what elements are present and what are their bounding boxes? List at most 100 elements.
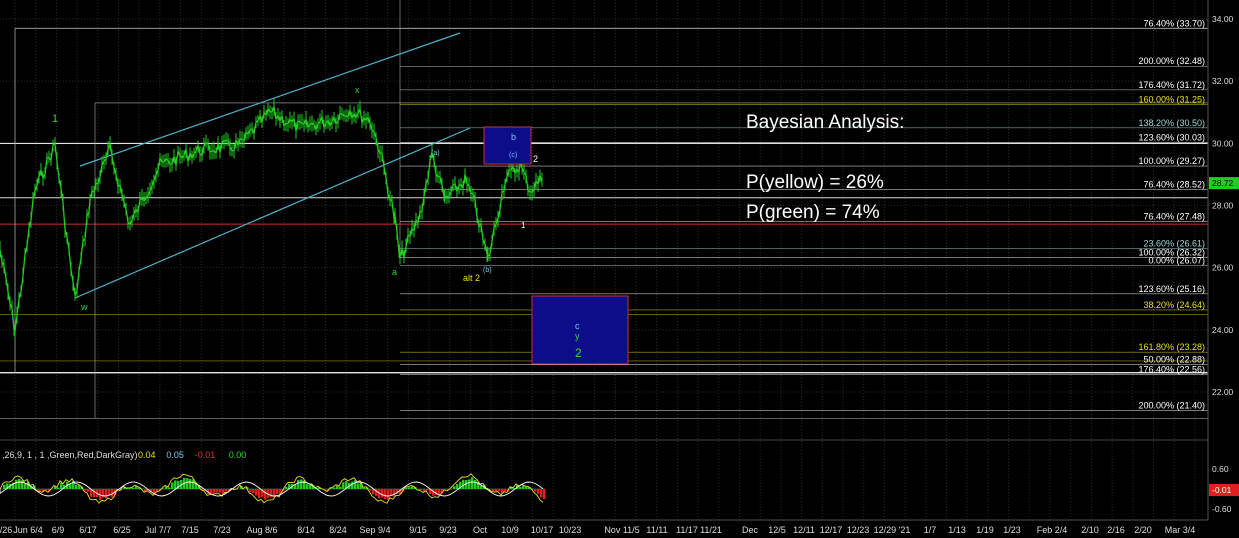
- oscillator-histogram-bar: [534, 489, 537, 492]
- time-axis-label: 12/17: [820, 525, 843, 535]
- fib-level-label: 176.40% (31.72): [1138, 80, 1205, 90]
- probability-yellow: P(yellow) = 26%: [746, 172, 884, 193]
- oscillator-histogram-bar: [297, 479, 300, 489]
- oscillator-histogram-bar: [444, 489, 447, 490]
- indicator-value: 0.05: [166, 450, 184, 460]
- oscillator-histogram-bar: [387, 489, 390, 500]
- analysis-title: Bayesian Analysis:: [746, 112, 905, 133]
- probability-green: P(green) = 74%: [746, 202, 880, 223]
- wave-label: 2: [533, 154, 538, 164]
- bayesian-analysis-note: Bayesian Analysis: P(yellow) = 26% P(gre…: [746, 108, 904, 228]
- oscillator-histogram-bar: [75, 484, 78, 489]
- oscillator-histogram-bar: [519, 487, 522, 489]
- wave-label: x: [355, 85, 360, 95]
- oscillator-histogram-bar: [543, 489, 546, 500]
- price-chart[interactable]: 76.40% (33.70) 200.00% (32.48) 176.40% (31…: [0, 0, 1239, 538]
- time-axis-label: 10/23: [559, 525, 582, 535]
- price-axis-tick: 22.00: [1212, 387, 1234, 397]
- oscillator-histogram-bar: [426, 489, 429, 491]
- wave-label: (c): [509, 152, 517, 159]
- channel-line-upper: [79, 32, 461, 167]
- oscillator-histogram-bar: [456, 484, 459, 489]
- oscillator-histogram-bar: [333, 487, 336, 489]
- price-series: [0, 105, 543, 333]
- fib-level-label: 0.00% (26.07): [1148, 255, 1205, 265]
- time-axis-label: Aug 8/6: [246, 525, 277, 535]
- indicator-value: 0.04: [138, 450, 156, 460]
- oscillator-histogram-bar: [225, 489, 228, 492]
- wave-label: (a): [431, 150, 440, 157]
- fib-level-label: 76.40% (27.48): [1143, 212, 1205, 222]
- oscillator-histogram-bar: [186, 478, 189, 489]
- oscillator-histogram-bar: [492, 489, 495, 492]
- oscillator-histogram-bar: [213, 489, 216, 493]
- wave-label: y: [575, 331, 580, 341]
- oscillator-histogram-bar: [522, 485, 525, 489]
- wave-label: alt 2: [463, 273, 480, 283]
- oscillator-histogram-bar: [171, 482, 174, 489]
- indicator-value: 0.00: [229, 450, 247, 460]
- wave-label: 1: [521, 221, 526, 230]
- oscillator-histogram-bar: [255, 489, 258, 496]
- fib-level-label: 38.20% (24.64): [1143, 300, 1205, 310]
- time-axis-label: 6/9: [52, 525, 65, 535]
- time-axis-label: 11/11: [646, 525, 667, 535]
- time-axis-label: 2/20: [1134, 525, 1152, 535]
- time-axis-label: Sep 9/4: [359, 525, 390, 535]
- time-axis-label: 8/14: [297, 525, 315, 535]
- fib-level-label: 76.40% (33.70): [1143, 18, 1205, 28]
- oscillator-histogram-bar: [21, 480, 24, 489]
- oscillator-histogram-bar: [504, 489, 507, 492]
- wave-label: (b): [483, 267, 492, 274]
- oscillator-histogram-bar: [381, 489, 384, 498]
- wave-label: 1: [52, 113, 58, 125]
- indicator-label: ,26,9, 1 , 1 ,Green,Red,DarkGray): [2, 450, 138, 460]
- fib-level-label: 123.60% (30.03): [1138, 132, 1205, 142]
- oscillator-histogram-bar: [357, 483, 360, 489]
- oscillator-histogram-bar: [132, 487, 135, 489]
- oscillator-histogram-bar: [3, 484, 6, 489]
- oscillator-histogram-bar: [309, 484, 312, 489]
- oscillator-histogram-bar: [306, 483, 309, 489]
- time-axis-label: 2/10: [1081, 525, 1099, 535]
- oscillator-histogram-bar: [105, 489, 108, 499]
- oscillator-histogram-bar: [342, 482, 345, 489]
- time-axis-label: 8/24: [329, 525, 347, 535]
- current-price-value: 28.72: [1212, 178, 1234, 188]
- oscillator-histogram-bar: [474, 479, 477, 489]
- oscillator-histogram-bar: [525, 486, 528, 489]
- oscillator-histogram-bar: [252, 489, 255, 494]
- oscillator-histogram-bar: [351, 481, 354, 489]
- oscillator-histogram-bar: [210, 489, 213, 494]
- oscillator-histogram-bar: [498, 489, 501, 492]
- oscillator-histogram-bar: [24, 483, 27, 489]
- time-axis-label: 9/15: [409, 525, 427, 535]
- time-axis-label: 1/19: [976, 525, 994, 535]
- time-axis-label: Jun 6/4: [13, 525, 43, 535]
- fib-level-label: 76.40% (28.52): [1143, 179, 1205, 189]
- time-axis-label: 10/9: [501, 525, 519, 535]
- fib-level-label: 200.00% (21.40): [1138, 401, 1205, 411]
- oscillator-histogram-bar: [405, 487, 408, 489]
- oscillator-histogram-bar: [219, 489, 222, 493]
- oscillator-histogram-bar: [393, 489, 396, 497]
- oscillator-histogram-bar: [60, 482, 63, 489]
- wave-label: a: [392, 267, 397, 277]
- oscillator-histogram-bar: [102, 489, 105, 498]
- oscillator-histogram-bar: [537, 489, 540, 494]
- oscillator-histogram-bar: [471, 477, 474, 489]
- time-axis-label: 12/5: [768, 525, 786, 535]
- oscillator-histogram-bar: [39, 489, 42, 491]
- oscillator-histogram-bar: [363, 487, 366, 489]
- oscillator-histogram-bar: [369, 489, 372, 491]
- oscillator-histogram-bar: [330, 488, 333, 489]
- time-axis-label: 12/23: [847, 525, 870, 535]
- oscillator-histogram-bar: [57, 487, 60, 489]
- time-axis-label: 12/11: [793, 525, 815, 535]
- oscillator-histogram-bar: [216, 489, 219, 493]
- time-axis-label: 6/17: [79, 525, 97, 535]
- indicator-value: -0.01: [195, 450, 216, 460]
- time-axis-label: 2/16: [1107, 525, 1125, 535]
- oscillator-histogram-bar: [339, 486, 342, 489]
- oscillator-histogram-bar: [495, 489, 498, 492]
